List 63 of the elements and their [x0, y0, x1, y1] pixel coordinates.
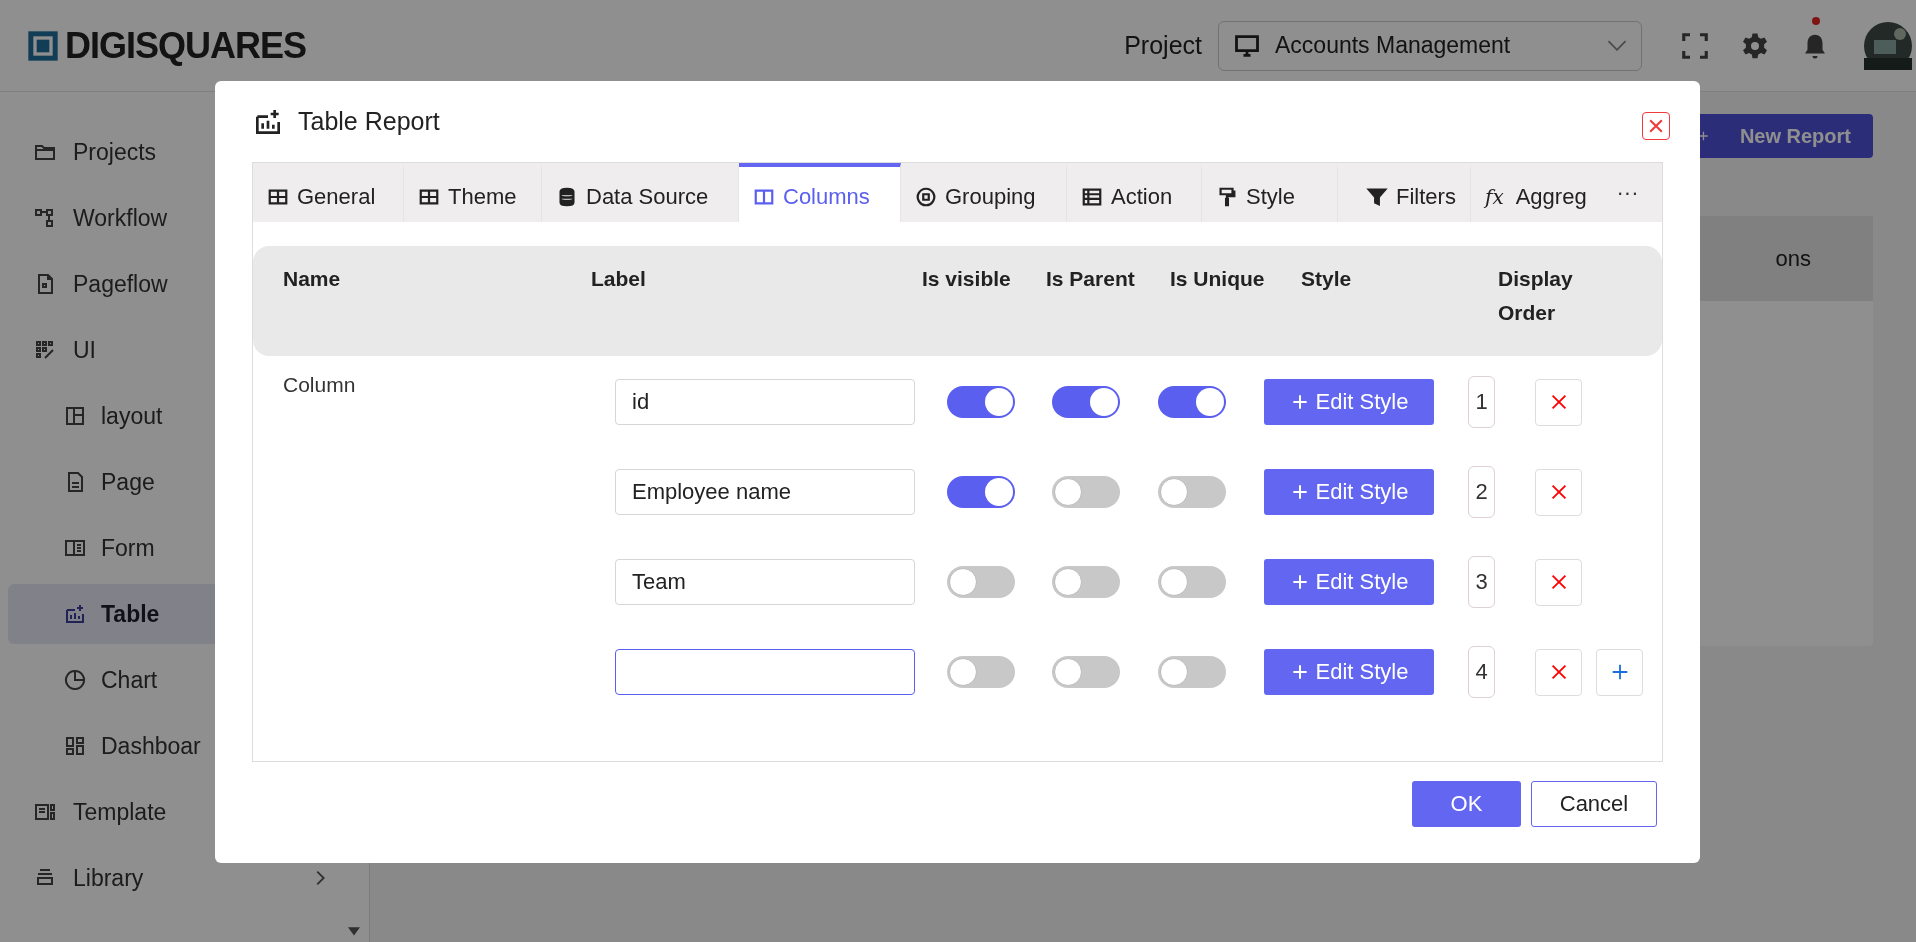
edit-style-button[interactable]: Edit Style: [1264, 469, 1434, 515]
label-input[interactable]: [615, 649, 915, 695]
edit-style-button[interactable]: Edit Style: [1264, 649, 1434, 695]
unique-toggle[interactable]: [1158, 566, 1226, 598]
sidebar-item[interactable]: Dashboar: [8, 716, 361, 776]
column-heading: ons: [1775, 245, 1811, 272]
unique-toggle[interactable]: [1158, 386, 1226, 418]
column-header: Is visible: [922, 266, 1012, 292]
add-button[interactable]: [1596, 648, 1643, 696]
delete-button[interactable]: [1535, 378, 1582, 426]
sidebar-item[interactable]: Page: [8, 452, 361, 512]
column-header: Style: [1301, 266, 1353, 292]
unique-toggle[interactable]: [1158, 656, 1226, 688]
cancel-button[interactable]: Cancel: [1531, 781, 1657, 827]
sidebar-item-icon: [63, 404, 87, 428]
parent-toggle[interactable]: [1052, 656, 1120, 688]
close-button[interactable]: [1642, 112, 1670, 140]
visible-toggle[interactable]: [947, 386, 1015, 418]
ok-button[interactable]: OK: [1412, 781, 1521, 827]
parent-toggle[interactable]: [1052, 476, 1120, 508]
dialog-title: Table Report: [298, 107, 440, 136]
label-input[interactable]: Employee name: [615, 469, 915, 515]
logo-text: DIGISQUARES: [65, 24, 307, 67]
delete-button[interactable]: [1535, 468, 1582, 516]
sidebar-item-icon: [63, 602, 87, 626]
column-header: Is Parent: [1046, 266, 1136, 292]
database-icon: [556, 185, 578, 208]
delete-button[interactable]: [1535, 558, 1582, 606]
display-order-field[interactable]: 1: [1468, 376, 1495, 428]
column-header: Display Order: [1498, 266, 1574, 326]
display-order-field[interactable]: 2: [1468, 466, 1495, 518]
column-header: Is Unique: [1170, 266, 1266, 292]
visible-toggle[interactable]: [947, 476, 1015, 508]
label-input[interactable]: id: [615, 379, 915, 425]
parent-toggle[interactable]: [1052, 566, 1120, 598]
sidebar-item[interactable]: Library: [8, 848, 361, 908]
target-icon: [915, 185, 937, 208]
unique-toggle[interactable]: [1158, 476, 1226, 508]
group-label: Column: [283, 373, 356, 397]
avatar[interactable]: [1864, 21, 1912, 70]
visible-toggle[interactable]: [947, 656, 1015, 688]
sidebar-item[interactable]: Form: [8, 518, 361, 578]
column-header: Name: [283, 266, 342, 292]
edit-style-button[interactable]: Edit Style: [1264, 379, 1434, 425]
visible-toggle[interactable]: [947, 566, 1015, 598]
edit-style-button[interactable]: Edit Style: [1264, 559, 1434, 605]
tab[interactable]: Columns: [739, 163, 901, 222]
project-dropdown[interactable]: Accounts Management: [1218, 20, 1642, 71]
logo-icon: [27, 29, 59, 62]
chevron-down-icon: [1607, 40, 1627, 51]
sidebar-item-icon: [63, 734, 87, 758]
paint-roller-icon: [1216, 185, 1238, 208]
label-input[interactable]: Team: [615, 559, 915, 605]
sidebar-item-icon: [63, 668, 87, 692]
fullscreen-icon[interactable]: [1680, 30, 1710, 61]
delete-button[interactable]: [1535, 648, 1582, 696]
parent-toggle[interactable]: [1052, 386, 1120, 418]
project-label: Project: [1124, 31, 1202, 60]
display-order-field[interactable]: 3: [1468, 556, 1495, 608]
display-order-field[interactable]: 4: [1468, 646, 1495, 698]
column-header: Label: [591, 266, 647, 292]
sidebar-item[interactable]: Chart: [8, 650, 361, 710]
sidebar-item[interactable]: Template: [8, 782, 361, 842]
